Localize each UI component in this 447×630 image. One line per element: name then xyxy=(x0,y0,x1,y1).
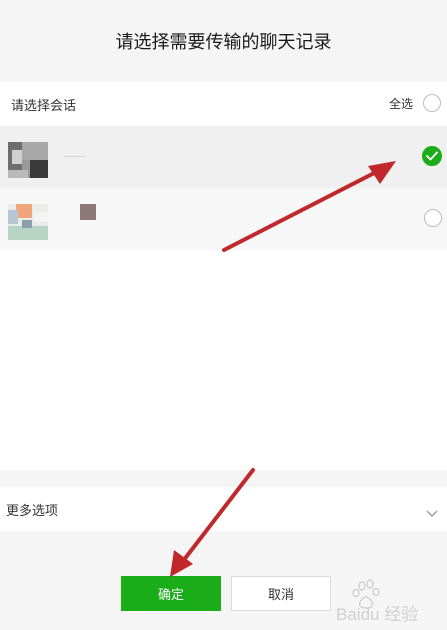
conversation-name-placeholder xyxy=(80,204,96,220)
chevron-down-icon[interactable] xyxy=(426,503,438,522)
select-conversation-label: 请选择会话 xyxy=(11,99,77,114)
conversation-row[interactable] xyxy=(0,188,447,250)
select-all-checkbox-icon[interactable] xyxy=(423,94,441,112)
check-icon[interactable] xyxy=(422,146,442,166)
select-all-label[interactable]: 全选 xyxy=(389,95,413,112)
avatar xyxy=(8,204,48,240)
dialog-title: 请选择需要传输的聊天记录 xyxy=(115,32,332,53)
cancel-button[interactable]: 取消 xyxy=(231,576,331,611)
avatar xyxy=(8,142,48,178)
conversation-row[interactable] xyxy=(0,126,447,188)
conversation-list xyxy=(0,126,447,470)
conversation-name-placeholder xyxy=(64,156,86,157)
more-options-label: 更多选项 xyxy=(6,504,59,519)
watermark-text: Baidu 经验 xyxy=(336,605,418,624)
more-options-row[interactable]: 更多选项 xyxy=(0,487,447,531)
confirm-button[interactable]: 确定 xyxy=(121,576,221,611)
baidu-jingyan-logo-icon: Baidu 经验 xyxy=(336,579,418,624)
circle-checkbox-icon[interactable] xyxy=(424,209,442,227)
conversation-list-header: 请选择会话 全选 xyxy=(0,82,447,126)
